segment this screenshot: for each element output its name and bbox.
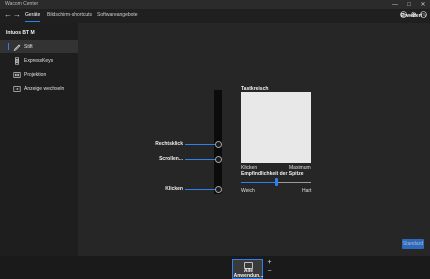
sidebar-item-label: Anzeige wechseln: [24, 85, 65, 92]
app-tile-label: Alle Anwendun...: [233, 269, 264, 279]
minimize-button[interactable]: —: [388, 0, 402, 9]
pen-tip-marker[interactable]: [215, 186, 222, 193]
tab-onscreen-shortcuts[interactable]: Bildschirm-shortcuts: [47, 12, 92, 18]
pen-tip-label[interactable]: Klicken: [145, 186, 183, 192]
sidebar-item-pen[interactable]: Stift: [0, 40, 78, 53]
all-applications-tile[interactable]: Alle Anwendun...: [232, 259, 263, 279]
advanced-toggle[interactable]: Erweitert ‹: [399, 13, 426, 19]
arrow-left-icon[interactable]: ←: [4, 10, 12, 19]
connector-line: [185, 189, 215, 190]
remove-application-button[interactable]: −: [266, 268, 273, 275]
display-toggle-icon: [13, 85, 21, 93]
sensitivity-slider-thumb[interactable]: [275, 178, 278, 186]
window-title: Wacom Center: [5, 1, 39, 7]
sidebar-item-expresskeys[interactable]: ExpressKeys: [0, 54, 78, 67]
application-bar: [0, 256, 430, 279]
sidebar-item-label: ExpressKeys: [24, 57, 54, 64]
chevron-left-icon: ‹: [424, 13, 426, 19]
title-bar: Wacom Center — □ ✕: [0, 0, 430, 9]
sensitivity-title: Empfindlichkeit der Spitze: [241, 171, 304, 177]
window-controls: — □ ✕: [388, 0, 430, 9]
pen-upper-button-marker[interactable]: [215, 141, 222, 148]
sidebar-item-label: Projektion: [24, 71, 47, 78]
default-button[interactable]: Standard: [402, 239, 424, 249]
soft-label: Weich: [241, 188, 255, 194]
add-application-button[interactable]: +: [266, 259, 273, 266]
sidebar-item-display-toggle[interactable]: Anzeige wechseln: [0, 82, 78, 95]
maximize-button[interactable]: □: [402, 0, 416, 9]
advanced-label: Erweitert: [400, 13, 423, 19]
expresskeys-icon: [13, 56, 21, 65]
projection-icon: [13, 71, 21, 79]
app-tile-label-line2: Anwendun...: [233, 273, 264, 279]
sidebar-item-label: Stift: [24, 43, 33, 50]
tab-software-offers[interactable]: Softwareangebote: [97, 12, 138, 18]
sidebar: Intuos BT M Stift ExpressKeys Projektion…: [0, 23, 78, 279]
device-name: Intuos BT M: [6, 30, 35, 36]
pen-icon: [13, 43, 21, 51]
sensitivity-slider-fill: [241, 182, 276, 183]
connector-line: [185, 159, 215, 160]
sidebar-item-projection[interactable]: Projektion: [0, 68, 78, 81]
tab-devices[interactable]: Geräte: [25, 12, 41, 22]
pen-lower-button-label[interactable]: Scrollen...: [145, 156, 183, 162]
hard-label: Hart: [302, 188, 312, 194]
tip-feel-test-area[interactable]: [241, 92, 311, 163]
pen-lower-button-marker[interactable]: [215, 156, 222, 163]
nav-bar: ← → Geräte Bildschirm-shortcuts Software…: [0, 9, 430, 23]
connector-line: [185, 144, 215, 145]
arrow-right-icon[interactable]: →: [13, 10, 21, 19]
pen-upper-button-label[interactable]: Rechtsklick: [145, 141, 183, 147]
close-button[interactable]: ✕: [416, 0, 430, 9]
